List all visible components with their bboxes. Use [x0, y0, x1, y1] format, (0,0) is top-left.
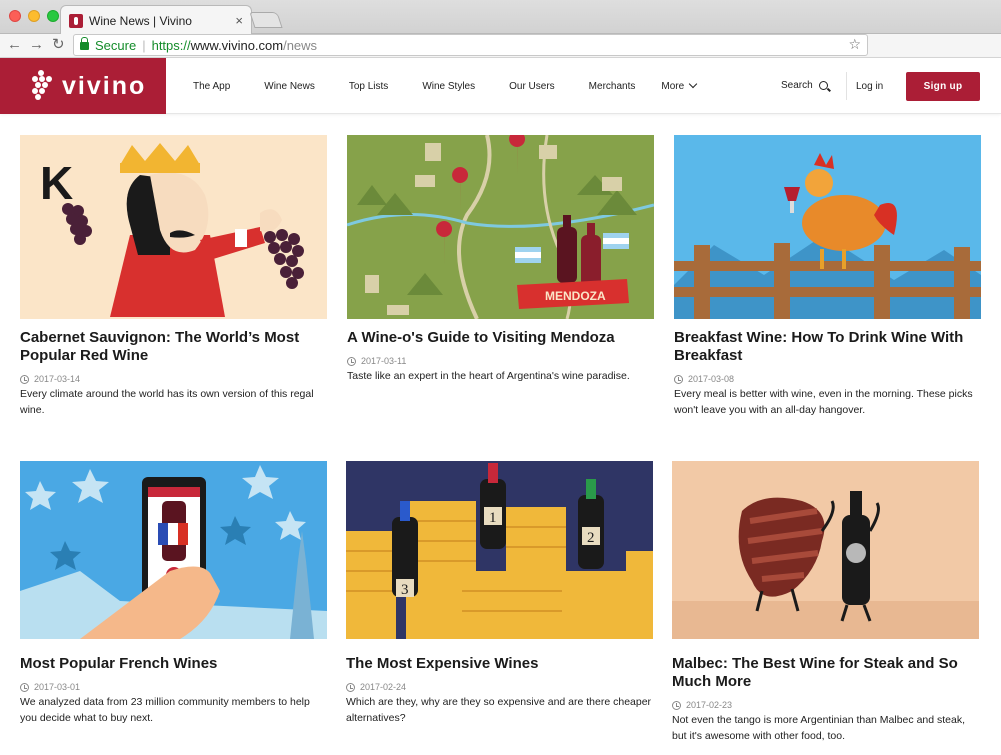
search-button[interactable]: Search [781, 80, 828, 91]
svg-text:2: 2 [587, 530, 595, 546]
article-date: 2017-03-14 [34, 374, 81, 384]
logo-text: vivino [62, 71, 147, 100]
browser-toolbar: ← → ↻ Secure | https:// www.vivino.com /… [0, 34, 1001, 58]
forward-icon[interactable]: → [29, 36, 44, 54]
article-image-french-wines[interactable] [20, 461, 327, 645]
article-image-expensive-wines[interactable]: 1 2 3 [346, 461, 653, 645]
nav-our-users[interactable]: Our Users [509, 81, 555, 92]
article-image-breakfast[interactable] [674, 135, 981, 319]
header-divider [846, 72, 847, 100]
article-title[interactable]: Most Popular French Wines [20, 655, 327, 673]
article-meta: 2017-03-01 [20, 682, 327, 692]
article-excerpt: Every meal is better with wine, even in … [674, 388, 973, 416]
chevron-down-icon [688, 79, 698, 89]
zoom-window-button[interactable] [47, 10, 59, 22]
nav-wine-news[interactable]: Wine News [264, 81, 315, 92]
clock-icon [20, 682, 29, 692]
article-date: 2017-02-23 [686, 700, 733, 710]
signup-button[interactable]: Sign up [906, 72, 980, 101]
back-icon[interactable]: ← [7, 36, 22, 54]
article-card[interactable]: Most Popular French Wines 2017-03-01 We … [20, 461, 327, 726]
article-meta: 2017-02-24 [346, 682, 653, 692]
grape-logo-icon [30, 70, 52, 102]
bookmark-star-icon[interactable]: ☆ [848, 36, 861, 53]
clock-icon [20, 374, 29, 384]
article-meta: 2017-03-11 [347, 356, 654, 366]
nav-the-app[interactable]: The App [193, 81, 230, 92]
article-excerpt: Not even the tango is more Argentinian t… [672, 714, 966, 742]
article-title[interactable]: Breakfast Wine: How To Drink Wine With B… [674, 329, 981, 365]
svg-text:1: 1 [489, 510, 497, 526]
article-card[interactable]: K Cabernet Sauvignon: The World’s Most P… [20, 135, 327, 418]
browser-tab[interactable]: Wine News | Vivino × [60, 5, 252, 35]
vivino-favicon-icon [69, 13, 83, 28]
new-tab-button[interactable] [249, 12, 283, 28]
nav-more-dropdown[interactable]: More [661, 79, 698, 92]
site-header: vivino The App Wine News Top Lists Wine … [0, 58, 1001, 114]
vivino-logo[interactable]: vivino [0, 58, 166, 114]
article-excerpt: Which are they, why are they so expensiv… [346, 696, 652, 724]
clock-icon [672, 700, 681, 710]
browser-tabstrip: Wine News | Vivino × [0, 0, 1001, 35]
article-date: 2017-03-08 [688, 374, 735, 384]
login-link[interactable]: Log in [856, 81, 883, 92]
nav-merchants[interactable]: Merchants [589, 81, 636, 92]
nav-top-lists[interactable]: Top Lists [349, 81, 388, 92]
article-date: 2017-02-24 [360, 682, 407, 692]
article-excerpt: We analyzed data from 23 million communi… [20, 696, 310, 724]
article-title[interactable]: A Wine-o's Guide to Visiting Mendoza [347, 329, 654, 347]
article-date: 2017-03-11 [361, 356, 407, 366]
search-icon [818, 81, 828, 90]
svg-text:MENDOZA: MENDOZA [545, 289, 606, 303]
svg-text:3: 3 [401, 582, 409, 598]
url-separator: | [142, 37, 146, 53]
article-card[interactable]: Malbec: The Best Wine for Steak and So M… [672, 461, 979, 744]
article-card[interactable]: MENDOZA A Wine-o's Guide to Visiting Men… [347, 135, 654, 384]
article-meta: 2017-02-23 [672, 700, 979, 710]
nav-more-label: More [661, 80, 685, 92]
url-path: /news [283, 37, 318, 53]
article-meta: 2017-03-14 [20, 374, 327, 384]
article-title[interactable]: Cabernet Sauvignon: The World’s Most Pop… [20, 329, 327, 365]
url-host: www.vivino.com [190, 37, 284, 53]
article-excerpt: Taste like an expert in the heart of Arg… [347, 370, 630, 382]
search-label: Search [781, 80, 813, 91]
article-title[interactable]: Malbec: The Best Wine for Steak and So M… [672, 655, 979, 691]
window-controls [9, 10, 59, 22]
minimize-window-button[interactable] [28, 10, 40, 22]
address-bar[interactable]: Secure | https:// www.vivino.com /news ☆ [73, 34, 868, 56]
article-meta: 2017-03-08 [674, 374, 981, 384]
article-date: 2017-03-01 [34, 682, 81, 692]
article-image-malbec[interactable] [672, 461, 979, 645]
article-image-cabernet[interactable]: K [20, 135, 327, 319]
tab-close-icon[interactable]: × [235, 13, 243, 28]
tab-title: Wine News | Vivino [89, 13, 192, 28]
article-card[interactable]: Breakfast Wine: How To Drink Wine With B… [674, 135, 981, 418]
close-window-button[interactable] [9, 10, 21, 22]
article-image-mendoza[interactable]: MENDOZA [347, 135, 654, 319]
url-scheme: https:// [151, 37, 191, 53]
article-title[interactable]: The Most Expensive Wines [346, 655, 653, 673]
lock-icon [80, 37, 89, 50]
nav-wine-styles[interactable]: Wine Styles [422, 81, 475, 92]
clock-icon [674, 374, 683, 384]
article-card[interactable]: 1 2 3 The Most Expensive Wines 2017-02-2… [346, 461, 653, 726]
secure-label: Secure [95, 37, 137, 53]
svg-text:K: K [40, 157, 73, 209]
clock-icon [347, 356, 356, 366]
reload-icon[interactable]: ↻ [52, 36, 65, 54]
main-nav: The App Wine News Top Lists Wine Styles … [193, 58, 698, 114]
article-excerpt: Every climate around the world has its o… [20, 388, 314, 416]
clock-icon [346, 682, 355, 692]
